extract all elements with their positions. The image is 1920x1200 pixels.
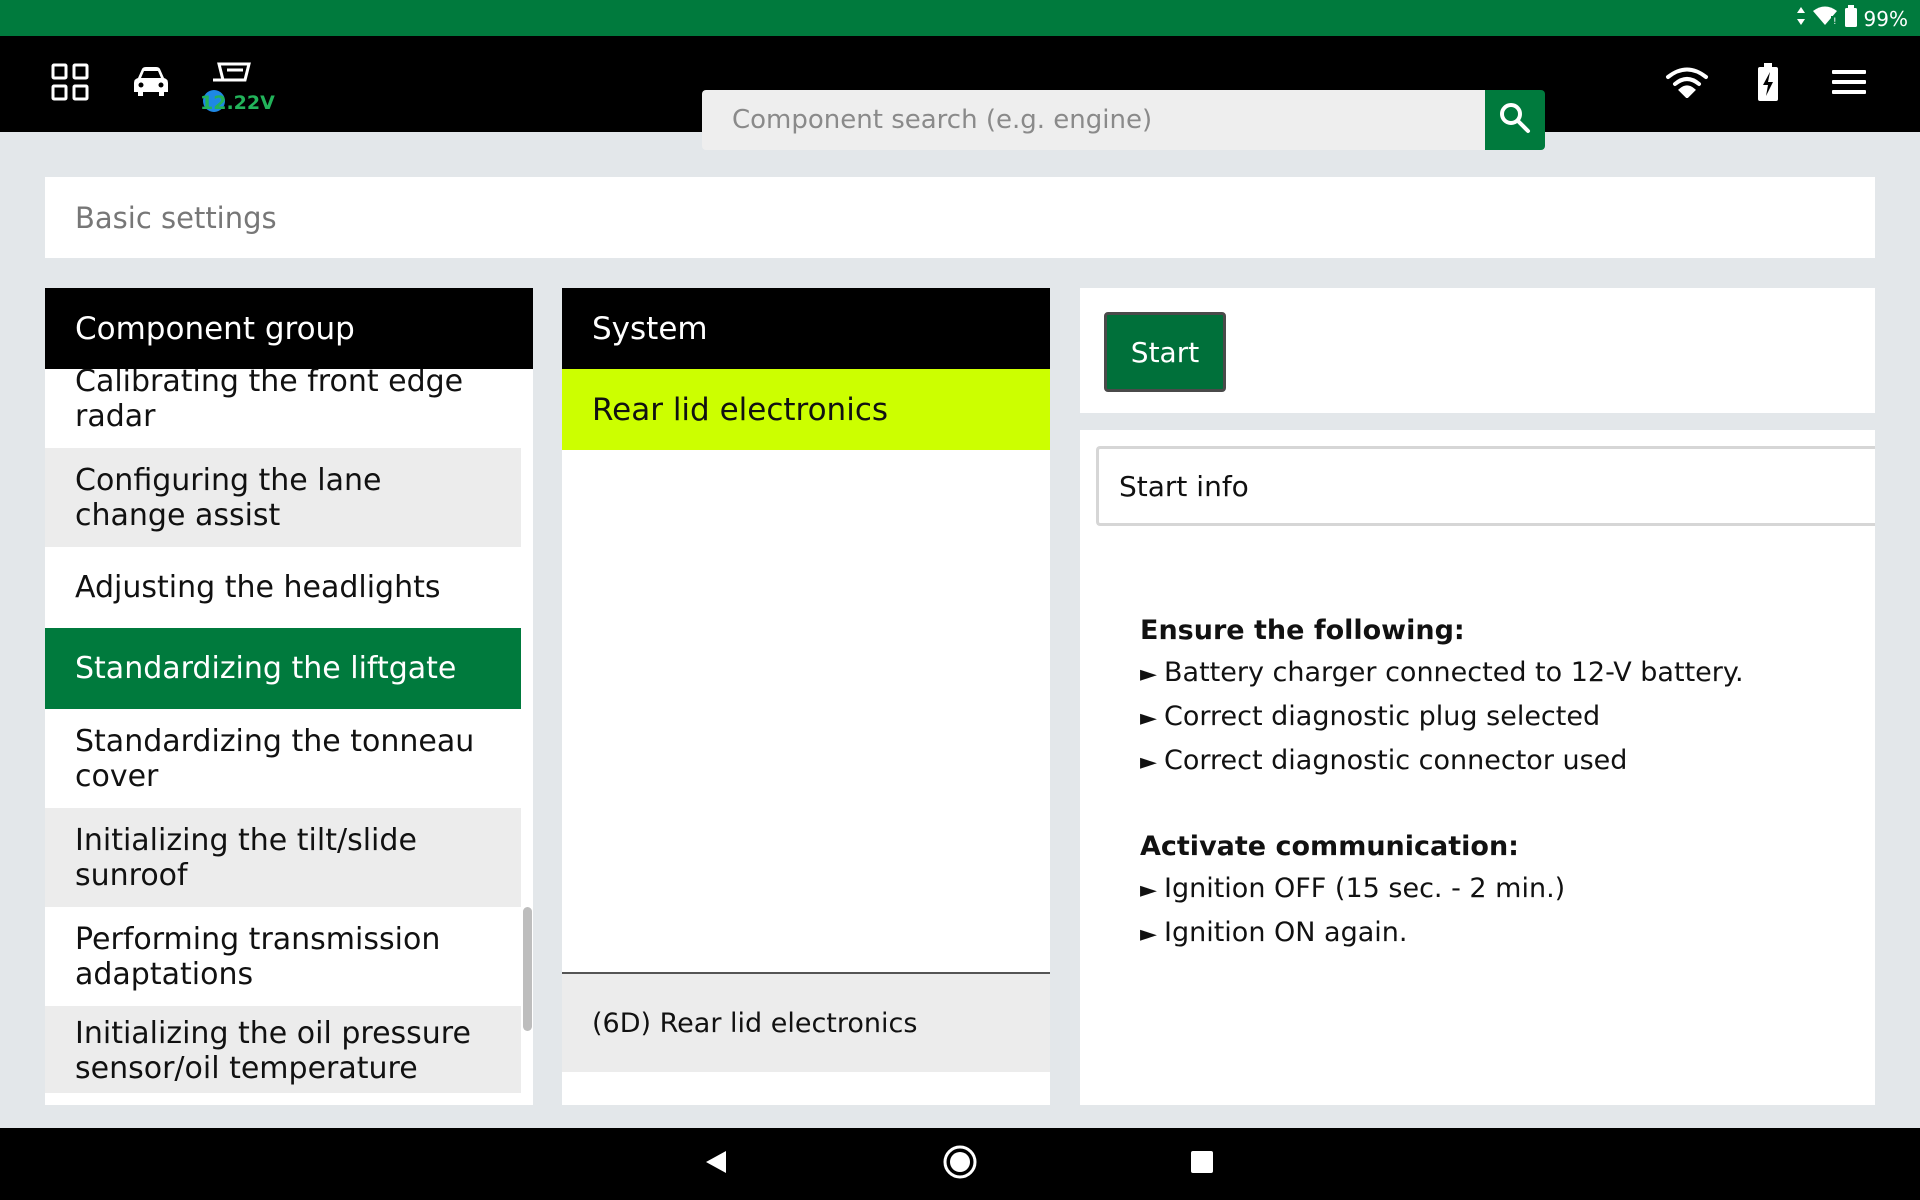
info-line: ► Correct diagnostic connector used [1140, 740, 1744, 784]
list-item[interactable]: Configuring the lane change assist [45, 448, 521, 547]
battery-charging-icon [1757, 63, 1779, 105]
bullet-arrow-icon: ► [1140, 922, 1157, 947]
info-line: ► Ignition OFF (15 sec. - 2 min.) [1140, 868, 1744, 912]
info-line: ► Correct diagnostic plug selected [1140, 696, 1744, 740]
component-group-items: Calibrating the front edge radar Configu… [45, 369, 521, 1093]
system-item-label: Rear lid electronics [592, 391, 889, 428]
component-group-panel: Component group Calibrating the front ed… [45, 288, 533, 1105]
home-button[interactable] [920, 1128, 1000, 1200]
system-header: System [562, 288, 1050, 369]
back-button[interactable] [676, 1128, 756, 1200]
info-line-text: Correct diagnostic connector used [1164, 745, 1628, 776]
component-group-title: Component group [75, 310, 355, 347]
status-bar: ! 99% [0, 0, 1920, 36]
component-group-scrollbar[interactable] [521, 369, 533, 1093]
battery-icon [1844, 5, 1858, 32]
component-group-header: Component group [45, 288, 533, 369]
list-item[interactable]: Standardizing the tonneau cover [45, 709, 521, 808]
info-line-text: Ignition OFF (15 sec. - 2 min.) [1164, 873, 1566, 904]
list-item-label: Initializing the tilt/slide sunroof [75, 822, 417, 893]
menu-button[interactable] [1809, 36, 1889, 132]
list-item-label: Calibrating the front edge radar [75, 369, 464, 434]
action-panel: Start Start info Ensure the following: ►… [1080, 288, 1875, 1105]
bullet-arrow-icon: ► [1140, 750, 1157, 775]
bullet-arrow-icon: ► [1140, 706, 1157, 731]
tab-start-info-label: Start info [1119, 469, 1249, 503]
system-title: System [592, 310, 708, 347]
info-line-text: Correct diagnostic plug selected [1164, 701, 1601, 732]
info-line: ► Battery charger connected to 12-V batte… [1140, 652, 1744, 696]
info-line-text: Battery charger connected to 12-V batter… [1164, 657, 1744, 688]
search-icon [1499, 102, 1531, 138]
search-placeholder: Component search (e.g. engine) [732, 105, 1153, 135]
home-icon [942, 1144, 978, 1184]
battery-percentage: 99% [1863, 6, 1908, 31]
list-item[interactable]: Initializing the tilt/slide sunroof [45, 808, 521, 907]
start-button[interactable]: Start [1104, 312, 1226, 392]
search-button[interactable] [1485, 90, 1545, 150]
navigation-bar [0, 1128, 1920, 1200]
system-footer: (6D) Rear lid electronics [562, 972, 1050, 1072]
start-info-text: Ensure the following: ► Battery charger c… [1140, 610, 1744, 956]
battery-voltage: 12.22V [200, 92, 275, 114]
back-icon [704, 1149, 728, 1179]
section-heading: Ensure the following: [1140, 615, 1465, 646]
list-item-label: Performing transmission adaptations [75, 921, 441, 992]
data-arrows-icon [1796, 6, 1806, 31]
list-item[interactable]: Performing transmission adaptations [45, 907, 521, 1006]
tab-start-info[interactable]: Start info [1096, 446, 1875, 526]
wifi-icon: ! [1812, 6, 1838, 31]
recents-button[interactable] [1162, 1128, 1242, 1200]
info-line: ► Ignition ON again. [1140, 912, 1744, 956]
list-item[interactable]: Calibrating the front edge radar [45, 369, 521, 448]
apps-grid-button[interactable] [30, 36, 110, 132]
status-bar-right: ! 99% [1796, 5, 1908, 32]
component-group-list[interactable]: Calibrating the front edge radar Configu… [45, 369, 521, 1093]
component-search-input[interactable]: Component search (e.g. engine) [702, 90, 1485, 150]
list-item-selected[interactable]: Standardizing the liftgate [45, 628, 521, 709]
bullet-arrow-icon: ► [1140, 662, 1157, 687]
scrollbar-thumb[interactable] [523, 907, 532, 1031]
section-heading: Activate communication: [1140, 831, 1519, 862]
list-item-label: Adjusting the headlights [75, 570, 441, 605]
list-item-label: Configuring the lane change assist [75, 462, 382, 533]
wifi-icon [1665, 66, 1709, 102]
page-title-card: Basic settings [45, 177, 1875, 258]
wifi-button[interactable] [1647, 36, 1727, 132]
info-line-text: Ignition ON again. [1164, 917, 1408, 948]
power-button[interactable] [1728, 36, 1808, 132]
apps-grid-icon [51, 63, 89, 105]
svg-text:!: ! [1833, 17, 1837, 26]
system-panel: System Rear lid electronics (6D) Rear li… [562, 288, 1050, 1105]
system-footer-label: (6D) Rear lid electronics [592, 1007, 918, 1039]
obd-connector-icon [211, 60, 253, 92]
list-item-label: Initializing the oil pressure sensor/oil… [75, 1016, 471, 1093]
car-icon [132, 66, 170, 102]
list-item-label: Standardizing the liftgate [75, 651, 457, 686]
bullet-arrow-icon: ► [1140, 878, 1157, 903]
page-title: Basic settings [75, 200, 277, 235]
action-content: Start info Ensure the following: ► Batter… [1080, 430, 1875, 1105]
list-item[interactable]: Adjusting the headlights [45, 547, 521, 628]
system-item-selected[interactable]: Rear lid electronics [562, 369, 1050, 450]
menu-icon [1831, 68, 1867, 100]
list-item[interactable]: Initializing the oil pressure sensor/oil… [45, 1006, 521, 1093]
action-toolbar: Start [1080, 288, 1875, 413]
vehicle-button[interactable] [111, 36, 191, 132]
list-item-label: Standardizing the tonneau cover [75, 723, 475, 794]
top-bar: 12.22V Component search (e.g. engine) [0, 36, 1920, 150]
recents-icon [1190, 1150, 1214, 1178]
